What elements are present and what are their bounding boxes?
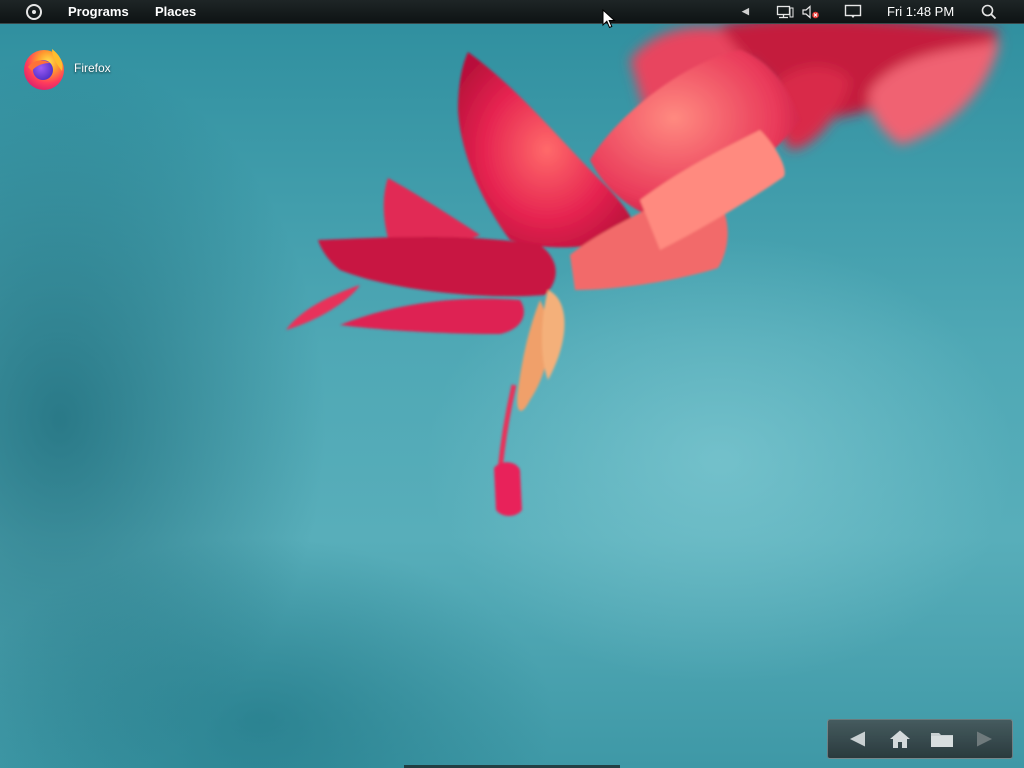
volume-tray-button[interactable] xyxy=(802,0,820,23)
wallpaper-flower-image xyxy=(286,17,1000,516)
back-arrow-icon xyxy=(850,731,865,747)
folder-icon xyxy=(931,733,953,747)
mouse-pointer xyxy=(602,8,616,34)
clock[interactable]: Fri 1:48 PM xyxy=(887,0,954,23)
network-tray-button[interactable] xyxy=(776,0,794,23)
top-panel: Programs Places ◀ Fri 1:48 PM xyxy=(0,0,1024,24)
dock-folder-button[interactable] xyxy=(928,726,956,752)
forward-arrow-icon xyxy=(977,731,992,747)
programs-menu[interactable]: Programs xyxy=(68,0,129,23)
navigation-dock xyxy=(827,719,1013,759)
firefox-icon xyxy=(24,49,64,90)
tray-expand-icon: ◀ xyxy=(742,6,749,16)
dock-home-button[interactable] xyxy=(886,726,914,752)
main-menu-button[interactable] xyxy=(24,0,44,23)
desktop-icon-firefox[interactable]: Firefox xyxy=(22,45,111,91)
desktop-wallpaper xyxy=(0,0,1024,768)
home-icon xyxy=(890,730,910,748)
cursor-arrow-icon xyxy=(602,8,616,29)
dock-forward-button[interactable] xyxy=(970,726,998,752)
main-menu-icon xyxy=(26,3,42,20)
display-tray-button[interactable] xyxy=(844,0,862,23)
tray-expand-button[interactable]: ◀ xyxy=(742,0,749,23)
display-icon xyxy=(844,4,862,18)
volume-muted-icon xyxy=(802,4,819,19)
search-icon xyxy=(981,4,997,19)
search-button[interactable] xyxy=(981,0,997,23)
network-icon xyxy=(776,5,794,18)
places-menu[interactable]: Places xyxy=(155,0,196,23)
dock-back-button[interactable] xyxy=(844,726,872,752)
desktop-icon-label: Firefox xyxy=(74,61,111,75)
